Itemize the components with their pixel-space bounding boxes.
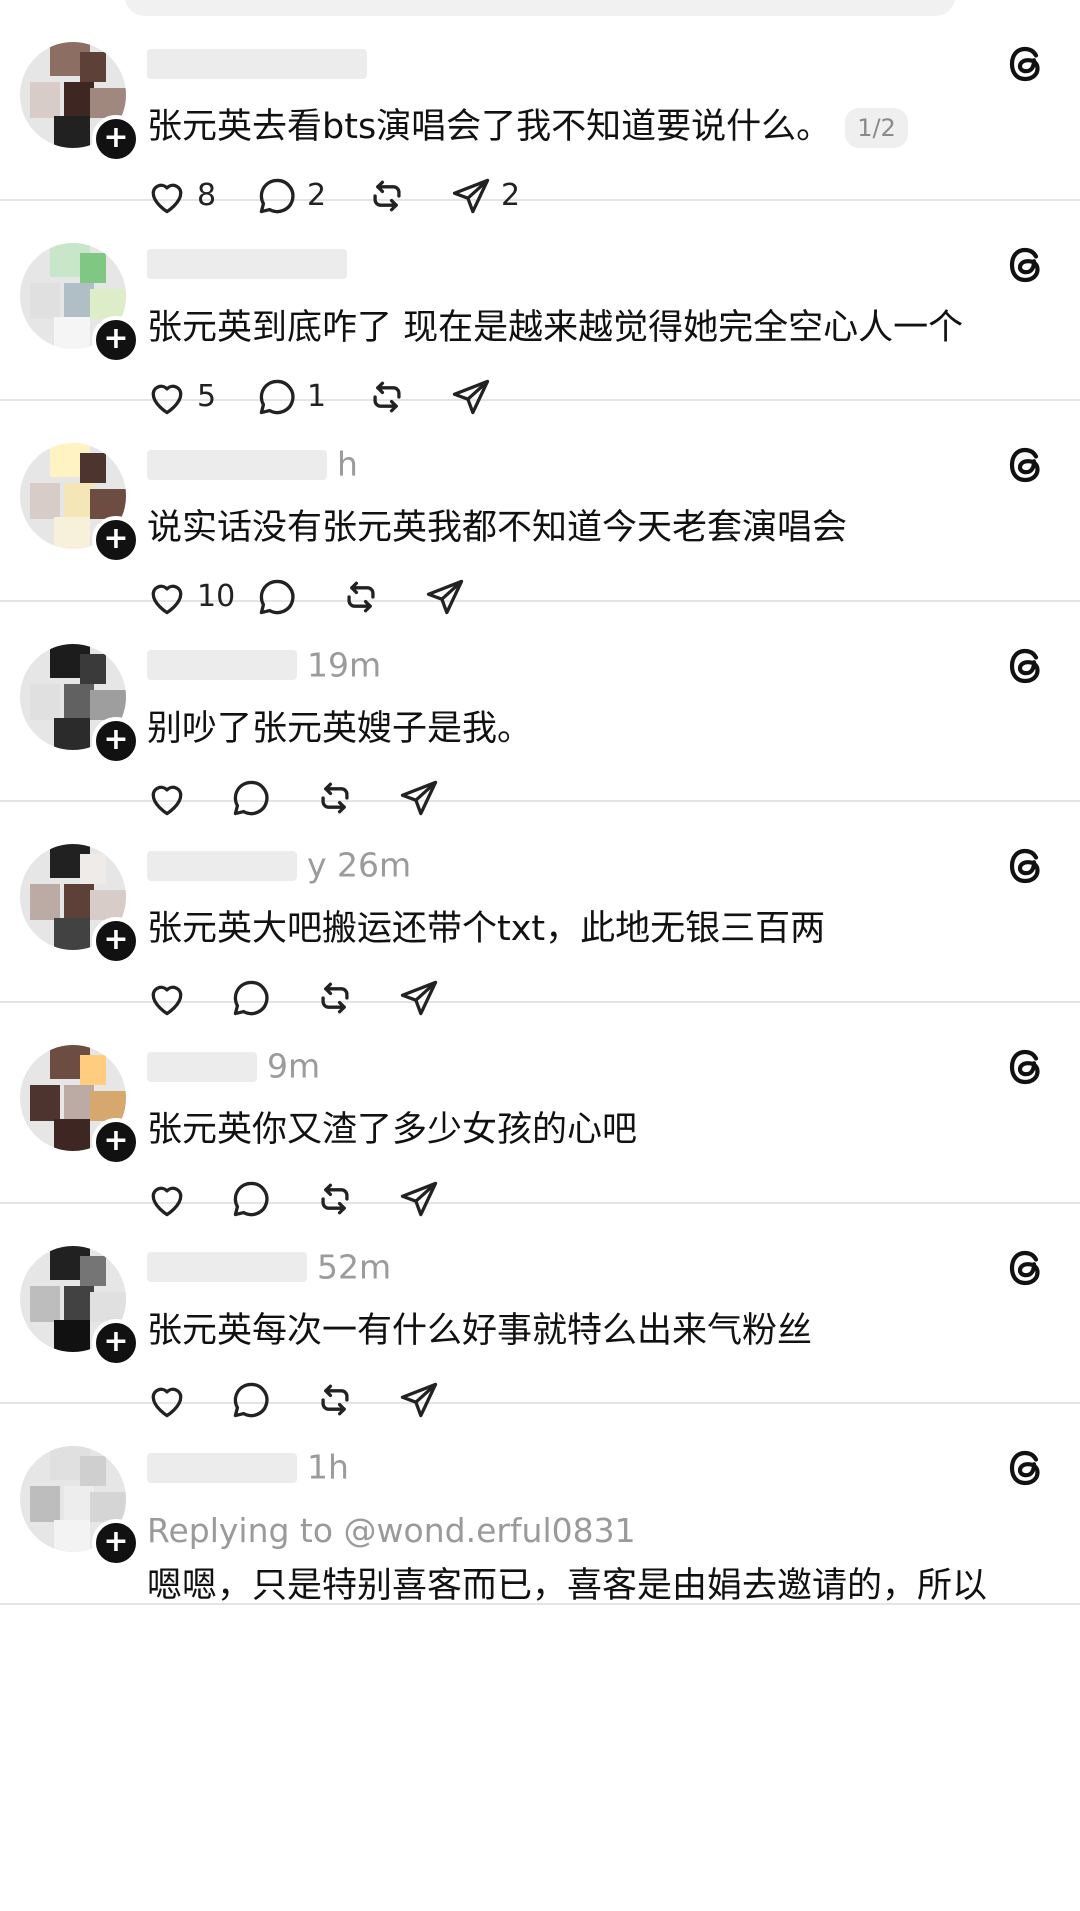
post-meta: y 26m	[147, 842, 411, 886]
avatar-pixel	[90, 489, 126, 520]
post-card[interactable]: + y 26m 张元英大吧搬运还带个txt，此地无银三百两	[0, 802, 1080, 1016]
post-card[interactable]: + h 说实话没有张元英我都不知道今天老套演唱会 10	[0, 401, 1080, 615]
username-obscured[interactable]	[147, 249, 347, 280]
post-text-content: 说实话没有张元英我都不知道今天老套演唱会	[147, 508, 848, 549]
avatar-pixel	[80, 1055, 106, 1085]
follow-plus-icon[interactable]: +	[92, 917, 140, 966]
post-text-content: 张元英你又渣了多少女孩的心吧	[147, 1110, 638, 1150]
follow-plus-icon[interactable]: +	[92, 516, 140, 565]
threads-logo-icon[interactable]	[1002, 40, 1050, 88]
avatar-pixel	[54, 918, 90, 951]
avatar-pixel	[80, 854, 106, 885]
post-text: 嗯嗯，只是特别喜客而已，喜客是由娟去邀请的，所以	[147, 1566, 988, 1607]
post-timestamp: h	[337, 444, 358, 484]
avatar-pixel	[80, 52, 106, 82]
follow-plus-icon[interactable]: +	[92, 315, 140, 364]
avatar-pixel	[80, 653, 106, 684]
username-obscured[interactable]	[147, 1452, 297, 1483]
post-text: 张元英每次一有什么好事就特么出来气粉丝	[147, 1304, 812, 1358]
post-timestamp: 9m	[267, 1046, 321, 1086]
post-card[interactable]: + 张元英去看bts演唱会了我不知道要说什么。 1/2 8 2 2	[0, 0, 1080, 214]
post-meta: 52m	[147, 1244, 391, 1288]
avatar-pixel	[80, 453, 106, 484]
post-text: 说实话没有张元英我都不知道今天老套演唱会	[147, 501, 847, 555]
post-meta: 9m	[147, 1043, 320, 1087]
avatar-pixel	[90, 1492, 126, 1523]
post-meta	[147, 241, 357, 285]
avatar-pixel	[54, 1520, 90, 1553]
avatar-pixel	[30, 884, 60, 921]
avatar-pixel	[30, 82, 60, 118]
avatar-pixel	[90, 689, 126, 720]
post-text-content: 张元英每次一有什么好事就特么出来气粉丝	[147, 1310, 813, 1351]
post-text: 别吵了张元英嫂子是我。	[147, 702, 532, 756]
post-text-content: 张元英到底咋了 现在是越来越觉得她完全空心人一个	[147, 307, 964, 348]
username-obscured[interactable]	[147, 1051, 257, 1082]
post-timestamp: 52m	[317, 1247, 392, 1287]
post-meta	[147, 40, 377, 84]
post-meta: 1h	[147, 1444, 349, 1488]
follow-plus-icon[interactable]: +	[92, 115, 140, 163]
avatar-pixel	[54, 1119, 90, 1151]
username-obscured[interactable]	[147, 850, 297, 881]
post-card[interactable]: +52m 张元英每次一有什么好事就特么出来气粉丝	[0, 1204, 1080, 1417]
replying-to-label[interactable]: Replying to @wond.erful0831	[147, 1504, 636, 1558]
avatar-pixel	[30, 683, 60, 720]
follow-plus-icon[interactable]: +	[92, 716, 140, 765]
follow-plus-icon[interactable]: +	[92, 1519, 140, 1568]
avatar-pixel	[80, 252, 106, 283]
post-card[interactable]: + 张元英到底咋了 现在是越来越觉得她完全空心人一个 5 1	[0, 201, 1080, 414]
avatar-pixel	[30, 1486, 60, 1523]
threads-logo-icon[interactable]	[1002, 1043, 1050, 1091]
post-text: 张元英你又渣了多少女孩的心吧	[147, 1103, 637, 1157]
avatar-pixel	[54, 517, 90, 550]
post-text-content: 张元英大吧搬运还带个txt，此地无银三百两	[147, 909, 826, 950]
post-card[interactable]: +1h Replying to @wond.erful0831 嗯嗯，只是特别喜客而…	[0, 1404, 1080, 1606]
avatar-pixel	[90, 88, 126, 118]
avatar-pixel	[90, 1091, 126, 1121]
follow-plus-icon[interactable]: +	[92, 1118, 140, 1166]
avatar-pixel	[30, 1085, 60, 1121]
post-timestamp: y 26m	[307, 845, 412, 885]
post-text: 张元英去看bts演唱会了我不知道要说什么。 1/2	[147, 100, 908, 154]
follow-plus-icon[interactable]: +	[92, 1318, 140, 1367]
avatar-pixel	[30, 483, 60, 520]
avatar-pixel	[30, 282, 60, 319]
username-obscured[interactable]	[147, 449, 327, 480]
post-meta: h	[147, 441, 358, 485]
thread-page-badge: 1/2	[845, 108, 908, 148]
threads-logo-icon[interactable]	[1002, 842, 1050, 890]
post-meta: 19m	[147, 642, 381, 686]
post-timestamp: 19m	[307, 645, 382, 685]
avatar-pixel	[90, 890, 126, 921]
post-text-content: 别吵了张元英嫂子是我。	[147, 708, 533, 749]
threads-logo-icon[interactable]	[1002, 241, 1050, 289]
post-text: 张元英大吧搬运还带个txt，此地无银三百两	[147, 902, 825, 956]
username-obscured[interactable]	[147, 650, 297, 681]
threads-logo-icon[interactable]	[1002, 1444, 1050, 1492]
username-obscured[interactable]	[147, 1252, 307, 1283]
post-text: 张元英到底咋了 现在是越来越觉得她完全空心人一个	[147, 301, 963, 355]
post-text-content: 张元英去看bts演唱会了我不知道要说什么。	[147, 107, 832, 147]
avatar-pixel	[90, 1291, 126, 1322]
avatar-pixel	[80, 1255, 106, 1286]
post-timestamp: 1h	[307, 1447, 349, 1487]
threads-logo-icon[interactable]	[1002, 642, 1050, 690]
avatar-pixel	[80, 1456, 106, 1487]
post-card[interactable]: +19m 别吵了张元英嫂子是我。	[0, 602, 1080, 816]
username-obscured[interactable]	[147, 48, 367, 79]
avatar-pixel	[54, 116, 90, 148]
post-card[interactable]: +9m 张元英你又渣了多少女孩的心吧	[0, 1003, 1080, 1217]
avatar-pixel	[54, 316, 90, 349]
avatar-pixel	[54, 1319, 90, 1352]
avatar-pixel	[54, 717, 90, 750]
threads-logo-icon[interactable]	[1002, 1244, 1050, 1292]
avatar-pixel	[90, 288, 126, 319]
threads-logo-icon[interactable]	[1002, 441, 1050, 489]
avatar-pixel	[30, 1285, 60, 1322]
